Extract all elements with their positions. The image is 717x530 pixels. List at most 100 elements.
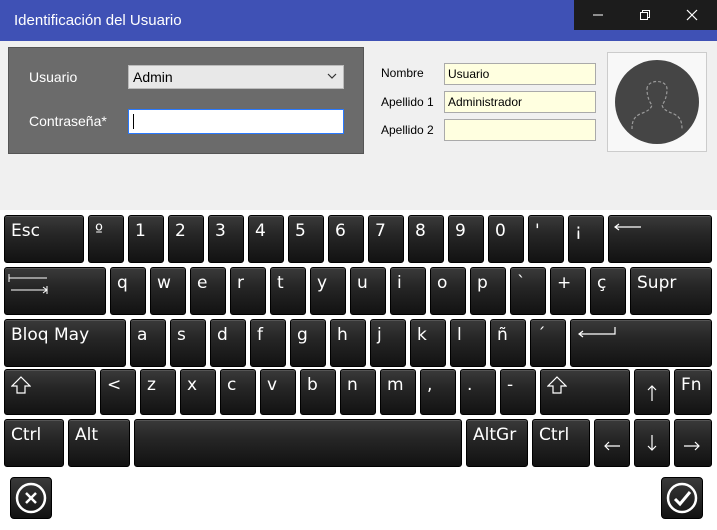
minimize-button[interactable] (574, 0, 621, 30)
key-q[interactable]: q (110, 267, 146, 315)
apellido1-field[interactable]: Administrador (444, 91, 596, 113)
key-shift-right[interactable] (540, 369, 630, 415)
user-label: Usuario (29, 69, 78, 85)
key-l[interactable]: l (450, 319, 486, 367)
apellido2-field[interactable] (444, 119, 596, 141)
maximize-button[interactable] (621, 0, 668, 30)
key-6[interactable]: 6 (328, 215, 364, 263)
chevron-down-icon (327, 73, 337, 79)
key-z[interactable]: z (140, 369, 176, 415)
key-t[interactable]: t (270, 267, 306, 315)
key-5[interactable]: 5 (288, 215, 324, 263)
cancel-circle-icon (15, 482, 47, 514)
user-select-value: Admin (133, 69, 173, 85)
key-w[interactable]: w (150, 267, 186, 315)
key-fn[interactable]: Fn (674, 369, 712, 415)
key-hyphen[interactable]: - (500, 369, 536, 415)
restore-icon (639, 10, 650, 20)
key-f[interactable]: f (250, 319, 286, 367)
key-backspace[interactable] (608, 215, 712, 263)
key-shift-left[interactable] (4, 369, 96, 415)
key-4[interactable]: 4 (248, 215, 284, 263)
key-altgr[interactable]: AltGr (466, 419, 528, 467)
key-1[interactable]: 1 (128, 215, 164, 263)
key-apostrophe[interactable]: ' (528, 215, 564, 263)
arrow-left-icon (604, 441, 620, 451)
key-arrow-left[interactable] (594, 419, 630, 467)
key-plus[interactable]: + (550, 267, 586, 315)
key-o[interactable]: o (430, 267, 466, 315)
key-a[interactable]: a (130, 319, 166, 367)
close-button[interactable] (668, 0, 715, 30)
password-label: Contraseña* (29, 113, 107, 129)
key-supr[interactable]: Supr (630, 267, 712, 315)
user-silhouette-icon (615, 60, 699, 144)
key-0[interactable]: 0 (488, 215, 524, 263)
accept-button[interactable] (661, 477, 703, 519)
key-x[interactable]: x (180, 369, 216, 415)
key-v[interactable]: v (260, 369, 296, 415)
key-u[interactable]: u (350, 267, 386, 315)
window-controls (574, 0, 717, 30)
key-r[interactable]: r (230, 267, 266, 315)
user-select[interactable]: Admin (128, 65, 344, 89)
key-c-cedilla[interactable]: ç (590, 267, 626, 315)
key-7[interactable]: 7 (368, 215, 404, 263)
key-ctrl-left[interactable]: Ctrl (4, 419, 64, 467)
key-e[interactable]: e (190, 267, 226, 315)
minimize-icon (592, 14, 603, 16)
key-h[interactable]: h (330, 319, 366, 367)
key-inverted-exclamation[interactable]: ¡ (568, 215, 604, 263)
key-tab[interactable] (4, 267, 106, 315)
cancel-button[interactable] (10, 477, 52, 519)
apellido1-label: Apellido 1 (381, 95, 434, 109)
key-m[interactable]: m (380, 369, 416, 415)
key-b[interactable]: b (300, 369, 336, 415)
key-g[interactable]: g (290, 319, 326, 367)
apellido2-label: Apellido 2 (381, 123, 434, 137)
shift-arrow-icon (547, 376, 567, 394)
key-y[interactable]: y (310, 267, 346, 315)
key-ordinal[interactable]: º (88, 215, 124, 263)
key-esc[interactable]: Esc (4, 215, 84, 263)
key-2[interactable]: 2 (168, 215, 204, 263)
key-caps-lock[interactable]: Bloq May (4, 319, 126, 367)
virtual-keyboard: Esc º 1 2 3 4 5 6 7 8 9 0 ' ¡ q w e r t … (0, 210, 717, 530)
key-period[interactable]: . (460, 369, 496, 415)
enter-arrow-icon (578, 327, 616, 338)
key-n-tilde[interactable]: ñ (490, 319, 526, 367)
key-comma[interactable]: , (420, 369, 456, 415)
key-acute[interactable]: ´ (530, 319, 566, 367)
password-input[interactable] (128, 109, 344, 134)
close-icon (686, 9, 697, 21)
key-8[interactable]: 8 (408, 215, 444, 263)
key-d[interactable]: d (210, 319, 246, 367)
text-caret (133, 114, 134, 129)
user-photo (607, 52, 707, 152)
key-ctrl-right[interactable]: Ctrl (532, 419, 590, 467)
key-3[interactable]: 3 (208, 215, 244, 263)
key-less-than[interactable]: < (100, 369, 136, 415)
key-arrow-down[interactable] (634, 419, 670, 467)
nombre-label: Nombre (381, 66, 424, 80)
check-circle-icon (666, 482, 698, 514)
key-space[interactable] (134, 419, 462, 467)
nombre-field[interactable]: Usuario (444, 63, 596, 85)
key-arrow-right[interactable] (674, 419, 712, 467)
key-p[interactable]: p (470, 267, 506, 315)
key-alt[interactable]: Alt (68, 419, 130, 467)
key-arrow-up[interactable] (634, 369, 670, 415)
key-n[interactable]: n (340, 369, 376, 415)
key-k[interactable]: k (410, 319, 446, 367)
key-j[interactable]: j (370, 319, 406, 367)
key-grave[interactable]: ` (510, 267, 546, 315)
key-c[interactable]: c (220, 369, 256, 415)
arrow-up-icon (647, 385, 657, 401)
title-bar: Identificación del Usuario (0, 0, 717, 41)
key-9[interactable]: 9 (448, 215, 484, 263)
key-enter[interactable] (570, 319, 712, 367)
shift-arrow-icon (11, 376, 31, 394)
key-i[interactable]: i (390, 267, 426, 315)
backspace-arrow-icon (614, 223, 641, 231)
key-s[interactable]: s (170, 319, 206, 367)
